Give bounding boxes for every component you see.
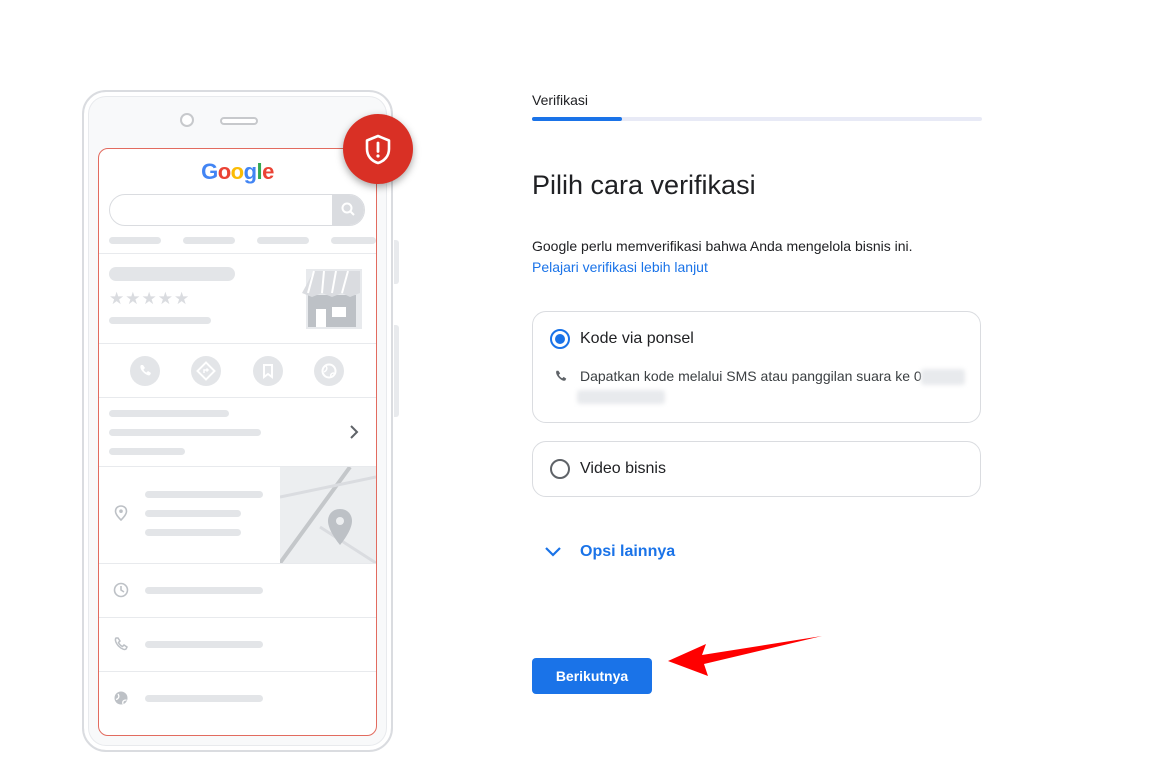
clock-icon <box>113 582 129 598</box>
mock-search-button <box>332 195 364 225</box>
step-label: Verifikasi <box>532 92 589 108</box>
storefront-icon <box>302 269 362 329</box>
phone-screen: Google ★★★★★ <box>98 148 377 736</box>
google-logo: Google <box>99 159 376 185</box>
logo-letter: e <box>262 159 274 184</box>
globe-icon <box>321 363 337 379</box>
mock-tab <box>183 237 235 244</box>
annotation-arrow-icon <box>668 636 822 676</box>
phone-icon <box>114 637 128 651</box>
search-icon <box>341 202 355 216</box>
mock-text-line <box>145 695 263 702</box>
directions-icon <box>196 361 216 381</box>
learn-more-link[interactable]: Pelajari verifikasi lebih lanjut <box>532 259 708 275</box>
map-thumbnail <box>280 467 376 563</box>
page-title: Pilih cara verifikasi <box>532 170 756 200</box>
redacted-phone-number <box>921 369 965 385</box>
phone-side-button <box>394 240 399 284</box>
mock-text-line <box>145 510 241 517</box>
more-options-label: Opsi lainnya <box>580 543 676 560</box>
rating-stars: ★★★★★ <box>109 289 191 308</box>
divider <box>99 563 376 564</box>
mock-search-bar <box>109 194 365 226</box>
option-card-phone-code[interactable]: Kode via ponsel Dapatkan kode melalui SM… <box>532 311 981 423</box>
phone-icon <box>556 370 567 381</box>
phone-speaker <box>220 117 258 125</box>
next-button[interactable]: Berikutnya <box>532 658 652 694</box>
globe-icon <box>114 691 128 705</box>
logo-letter: g <box>243 159 257 184</box>
divider <box>99 343 376 344</box>
divider <box>99 253 376 254</box>
more-options-toggle[interactable]: Opsi lainnya <box>545 543 676 561</box>
divider <box>99 617 376 618</box>
mock-call-button <box>130 356 160 386</box>
description-text: Google perlu memverifikasi bahwa Anda me… <box>532 238 913 254</box>
mock-tab <box>257 237 309 244</box>
phone-illustration: Google ★★★★★ <box>82 90 399 752</box>
mock-text-line <box>109 429 261 436</box>
logo-letter: o <box>230 159 244 184</box>
location-pin-icon <box>114 505 128 521</box>
bookmark-icon <box>263 364 273 379</box>
mock-directions-button <box>191 356 221 386</box>
mock-text-line <box>145 529 241 536</box>
mock-text-line <box>145 491 263 498</box>
verification-shield-badge <box>343 114 413 184</box>
divider <box>99 397 376 398</box>
mock-tab <box>331 237 376 244</box>
progress-bar <box>532 117 982 121</box>
mock-business-name <box>109 267 235 281</box>
option-detail: Dapatkan kode melalui SMS atau panggilan… <box>580 368 922 384</box>
mock-text-line <box>109 317 211 324</box>
mock-tab <box>109 237 161 244</box>
phone-side-button <box>394 325 399 417</box>
option-label: Video bisnis <box>580 460 666 477</box>
divider <box>99 671 376 672</box>
phone-icon <box>140 365 151 376</box>
mock-text-line <box>145 641 263 648</box>
radio-video[interactable] <box>550 459 570 479</box>
mock-text-line <box>109 410 229 417</box>
logo-letter: o <box>217 159 231 184</box>
progress-fill <box>532 117 622 121</box>
option-label: Kode via ponsel <box>580 330 694 347</box>
radio-phone-code[interactable] <box>550 329 570 349</box>
mock-website-button <box>314 356 344 386</box>
chevron-right-icon <box>350 425 359 439</box>
chevron-down-icon <box>545 547 561 557</box>
mock-text-line <box>109 448 185 455</box>
mock-text-line <box>145 587 263 594</box>
shield-alert-icon <box>365 134 391 165</box>
logo-letter: G <box>201 159 218 184</box>
redacted-phone-number <box>577 390 665 404</box>
phone-camera <box>180 113 194 127</box>
mock-save-button <box>253 356 283 386</box>
option-card-video[interactable]: Video bisnis <box>532 441 981 497</box>
